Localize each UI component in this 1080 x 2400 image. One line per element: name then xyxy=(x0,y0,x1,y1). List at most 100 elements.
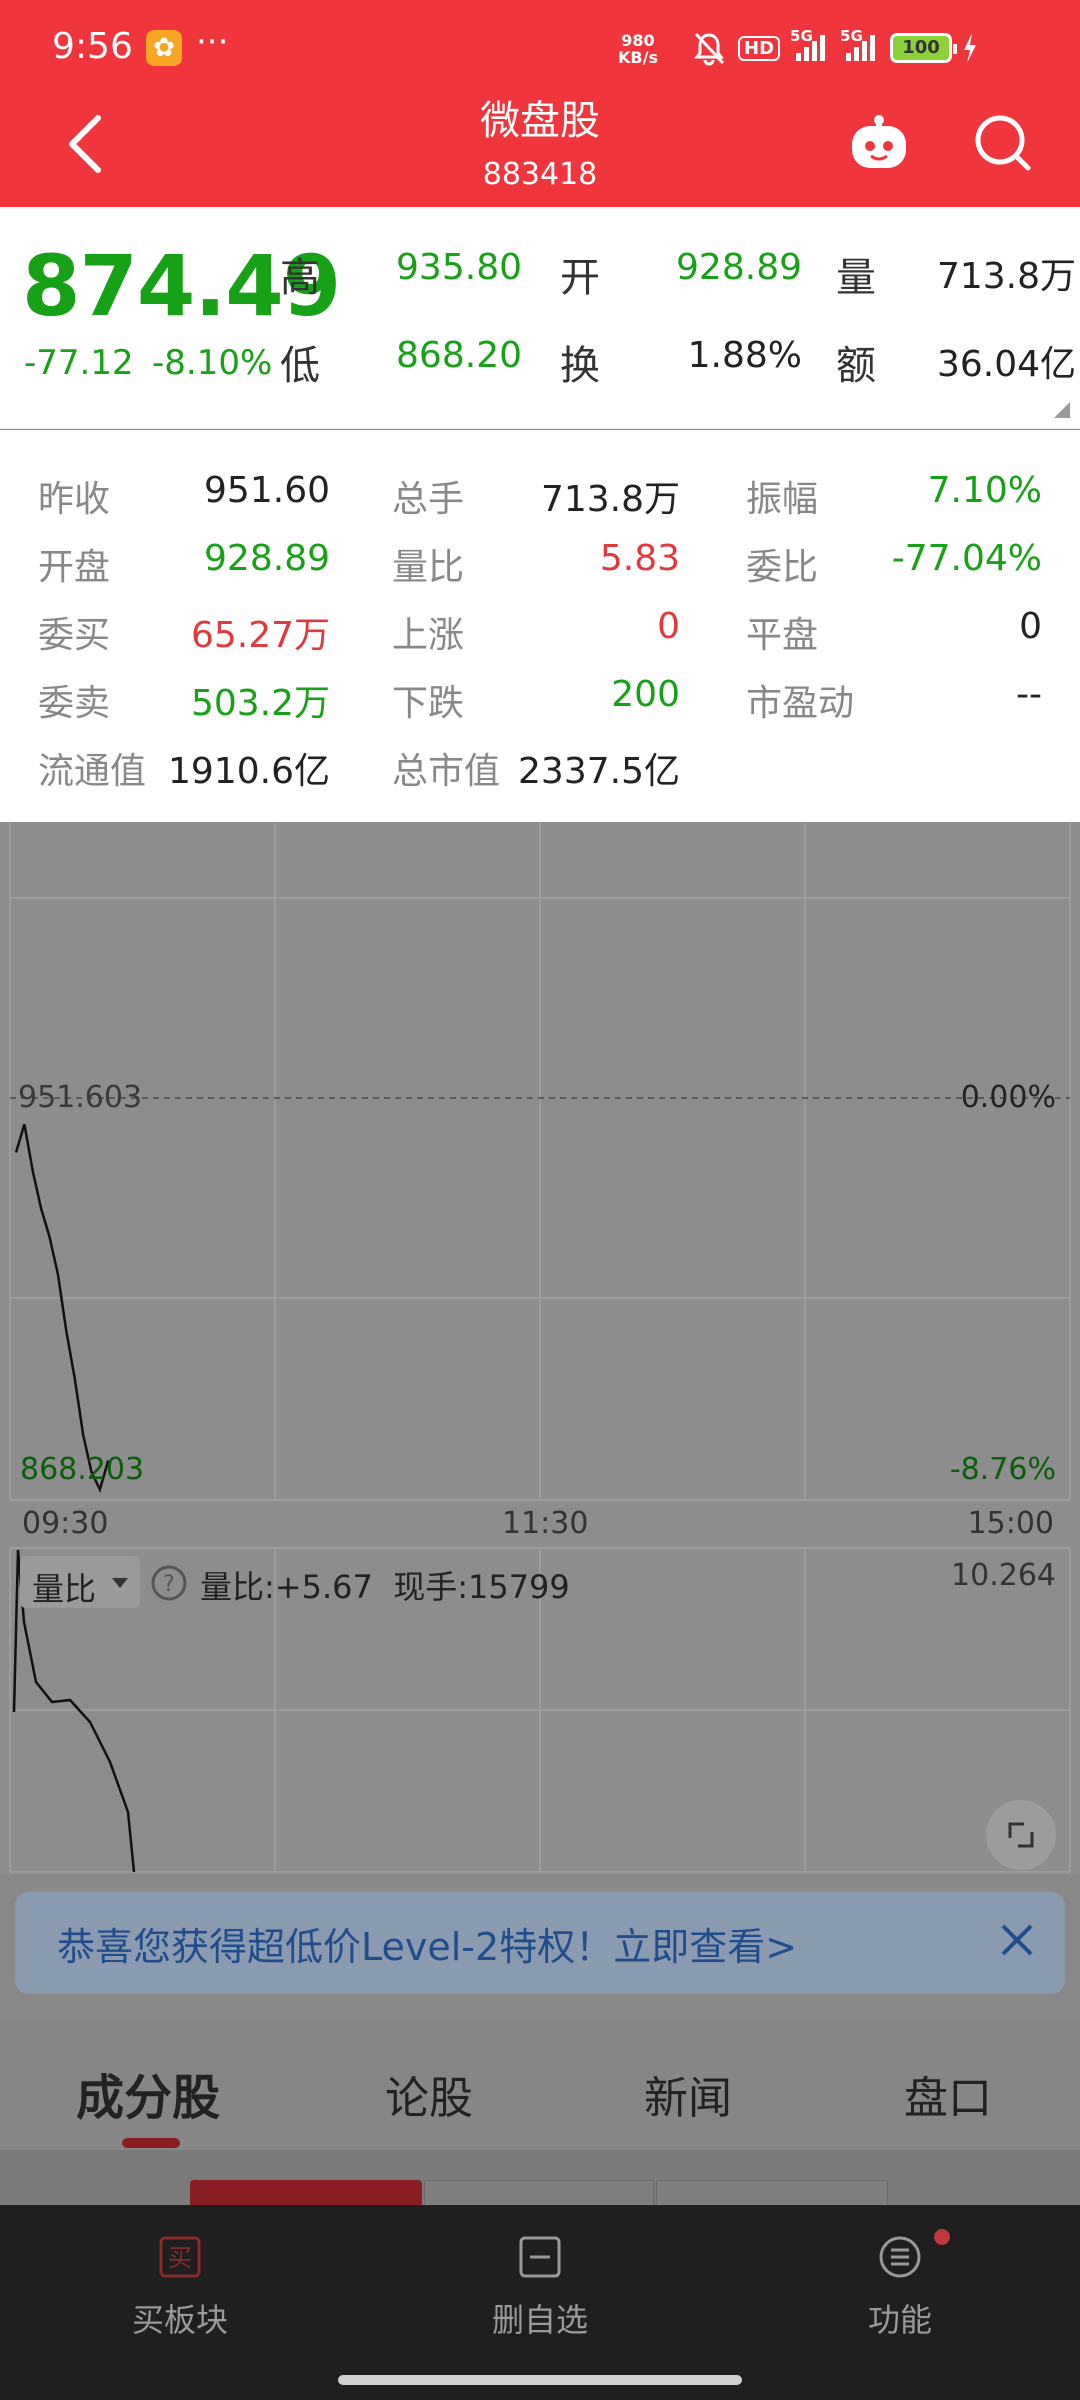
stat-value: 503.2万 xyxy=(190,683,330,724)
stat-value: 928.89 xyxy=(204,538,330,579)
time-start-label: 09:30 xyxy=(22,1506,109,1541)
stat-value: 0 xyxy=(1019,606,1042,647)
stat-value: 1910.6亿 xyxy=(168,751,330,792)
search-icon[interactable] xyxy=(970,112,1036,174)
stat-label: 昨收 xyxy=(38,479,111,520)
open-value: 928.89 xyxy=(676,247,802,288)
nav-remove-watchlist[interactable]: 删自选 xyxy=(440,2235,640,2341)
stock-code: 883418 xyxy=(482,157,598,192)
sub-tabs-strip xyxy=(0,2150,1080,2220)
stat-value: -77.04% xyxy=(891,538,1042,579)
page-title: 微盘股 xyxy=(480,98,600,144)
tab-news[interactable]: 新闻 xyxy=(644,2062,732,2126)
tab-constituents[interactable]: 成分股 xyxy=(76,2058,220,2128)
time-mid-label: 11:30 xyxy=(502,1506,589,1541)
app-header: 9:56 ✿ ··· 980 KB/s HD 5G 5G 100 微盘股 883… xyxy=(0,0,1080,207)
stat-label: 上涨 xyxy=(392,615,465,656)
price-series-line xyxy=(14,1123,110,1493)
time-end-label: 15:00 xyxy=(967,1506,1054,1541)
intraday-chart[interactable]: 951.603 0.00% 868.203 -8.76% 09:30 11:30… xyxy=(0,822,1080,1875)
low-value: 868.20 xyxy=(396,335,522,376)
signal-icon-2: 5G xyxy=(840,27,880,65)
svg-text:买: 买 xyxy=(168,2244,192,2272)
fullscreen-button[interactable] xyxy=(986,1800,1056,1870)
high-label: 高 xyxy=(280,255,320,301)
volume-label: 量 xyxy=(836,255,876,301)
stat-label: 振幅 xyxy=(746,479,819,520)
nav-buy-sector[interactable]: 买 买板块 xyxy=(80,2235,280,2341)
help-icon[interactable]: ? xyxy=(150,1564,188,1602)
active-tab-indicator xyxy=(122,2138,180,2148)
stat-value: -- xyxy=(1016,674,1042,715)
stat-label: 委比 xyxy=(746,547,819,588)
stat-value: 65.27万 xyxy=(190,615,330,656)
stat-label: 下跌 xyxy=(392,683,465,724)
fullscreen-icon xyxy=(1008,1822,1034,1848)
notification-dot xyxy=(934,2229,950,2245)
status-time: 9:56 xyxy=(52,26,133,67)
notification-app-icon: ✿ xyxy=(146,30,182,66)
stat-value: 713.8万 xyxy=(540,479,680,520)
chevron-down-icon xyxy=(112,1578,128,1588)
buy-icon: 买 xyxy=(159,2236,201,2278)
nav-functions[interactable]: 功能 xyxy=(800,2229,1000,2341)
price-change-pct: -8.10% xyxy=(152,343,273,383)
stat-value: 5.83 xyxy=(599,538,680,579)
stat-value: 0 xyxy=(657,606,680,647)
volume-max-label: 10.264 xyxy=(951,1558,1056,1593)
high-value: 935.80 xyxy=(396,247,522,288)
more-notifications-icon: ··· xyxy=(196,22,229,62)
right-low-label: -8.76% xyxy=(949,1452,1056,1487)
price-change: -77.12 xyxy=(24,343,134,383)
amount-label: 额 xyxy=(836,343,876,389)
hd-voice-icon: HD xyxy=(738,35,781,61)
close-icon[interactable] xyxy=(995,1918,1039,1962)
right-zero-label: 0.00% xyxy=(960,1080,1056,1115)
content-tabs: 成分股 论股 新闻 盘口 xyxy=(0,2020,1080,2150)
stats-grid: 昨收 951.60 总手 713.8万 振幅 7.10% 开盘 928.89 量比 5.83 委比 -… xyxy=(0,430,1080,822)
volume-indicator-dropdown[interactable]: 量比 xyxy=(20,1556,140,1608)
amount-value: 36.04亿 xyxy=(936,344,1076,385)
svg-text:?: ? xyxy=(163,1572,175,1597)
stat-value: 951.60 xyxy=(204,470,330,511)
status-icons: HD 5G 5G 100 xyxy=(690,27,978,68)
network-speed-value: 980 xyxy=(621,31,655,50)
network-speed: 980 KB/s xyxy=(618,32,658,66)
tab-discussion[interactable]: 论股 xyxy=(385,2062,473,2126)
volume-value: 713.8万 xyxy=(936,256,1076,297)
nav-buy-sector-label: 买板块 xyxy=(131,2301,228,2339)
low-price-label: 868.203 xyxy=(20,1452,145,1487)
menu-circle-icon xyxy=(879,2236,921,2278)
minus-box-icon xyxy=(519,2236,561,2278)
charging-icon xyxy=(964,33,977,63)
low-label: 低 xyxy=(280,343,320,389)
stat-label: 总市值 xyxy=(392,751,501,792)
open-label: 开 xyxy=(560,255,600,301)
chart-canvas[interactable] xyxy=(0,822,1080,1875)
stat-value: 200 xyxy=(611,674,680,715)
signal-network-label-2: 5G xyxy=(840,27,863,45)
signal-network-label: 5G xyxy=(790,27,813,45)
stat-label: 量比 xyxy=(392,547,465,588)
stat-label: 委卖 xyxy=(38,683,111,724)
robot-assistant-icon[interactable] xyxy=(846,112,912,174)
home-indicator[interactable] xyxy=(338,2375,742,2385)
promo-banner[interactable]: 恭喜您获得超低价Level-2特权！立即查看> xyxy=(15,1892,1065,1994)
nav-remove-watchlist-label: 删自选 xyxy=(491,2301,588,2339)
stat-value: 2337.5亿 xyxy=(518,751,680,792)
turnover-label: 换 xyxy=(560,343,600,389)
tab-order-book[interactable]: 盘口 xyxy=(904,2062,992,2126)
stat-value: 7.10% xyxy=(927,470,1042,511)
volume-indicator-label: 量比 xyxy=(32,1570,97,1608)
nav-functions-label: 功能 xyxy=(867,2301,932,2339)
volume-desc: 量比:+5.67 现手:15799 xyxy=(200,1568,570,1606)
expand-corner-icon[interactable] xyxy=(1054,402,1070,418)
promo-text[interactable]: 恭喜您获得超低价Level-2特权！立即查看> xyxy=(57,1916,797,1971)
battery-icon: 100 xyxy=(890,33,958,63)
prev-close-label: 951.603 xyxy=(18,1080,143,1115)
turnover-value: 1.88% xyxy=(687,335,802,376)
signal-icon: 5G xyxy=(790,27,830,65)
status-bar: 9:56 ✿ ··· 980 KB/s HD 5G 5G 100 xyxy=(0,0,1080,100)
quote-panel: 874.49 -77.12 -8.10% 高 935.80 低 868.20 开… xyxy=(0,207,1080,429)
network-speed-unit: KB/s xyxy=(618,48,658,67)
